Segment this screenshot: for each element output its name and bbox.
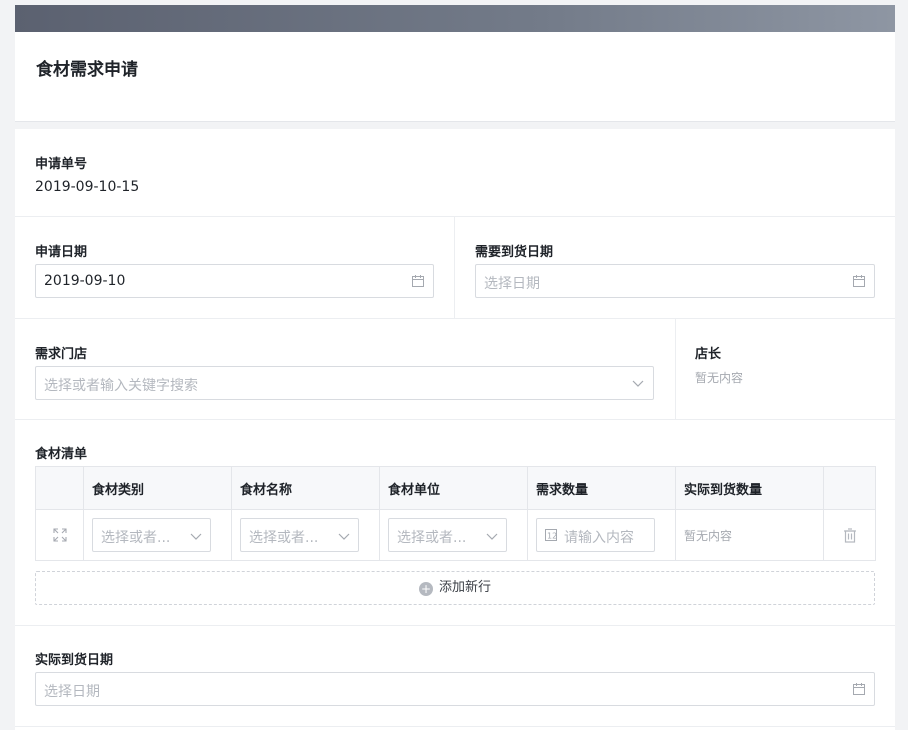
actual-qty-cell: 暂无内容	[675, 509, 824, 561]
arrive-date-picker[interactable]: 选择日期	[475, 264, 875, 298]
number-icon: 12	[545, 529, 557, 541]
items-table: 食材类别 食材名称 食材单位 需求数量 实际到货数量 选择或者... 选择或者.…	[35, 466, 876, 561]
order-no-value: 2019-09-10-15	[35, 179, 140, 195]
manager-label: 店长	[695, 347, 722, 362]
arrive-date-label: 需要到货日期	[475, 245, 554, 260]
category-select[interactable]: 选择或者...	[92, 518, 211, 552]
expand-icon[interactable]	[52, 528, 67, 542]
actual-qty-value: 暂无内容	[684, 528, 733, 543]
manager-value: 暂无内容	[695, 371, 744, 385]
qty-cell: 12 请输入内容	[527, 509, 676, 561]
table-header-handle	[35, 466, 84, 510]
unit-select[interactable]: 选择或者...	[388, 518, 507, 552]
arrive-date-placeholder: 选择日期	[484, 276, 540, 292]
dates-section: 申请日期 2019-09-10 需要到货日期 选择日期	[15, 217, 895, 319]
column-header: 需求数量	[527, 466, 676, 510]
calendar-icon	[853, 275, 865, 287]
chevron-down-icon	[632, 380, 644, 387]
actual-date-label: 实际到货日期	[35, 653, 114, 668]
table-row: 选择或者... 选择或者... 选择或者... 12 请输入内容 暂无内容	[35, 509, 876, 561]
column-header: 食材类别	[83, 466, 232, 510]
actual-date-placeholder: 选择日期	[44, 684, 100, 700]
qty-input[interactable]: 12 请输入内容	[536, 518, 655, 552]
column-header: 食材单位	[379, 466, 528, 510]
column-divider	[675, 319, 676, 419]
add-row-label: 添加新行	[438, 580, 491, 595]
chevron-down-icon	[486, 533, 498, 540]
category-placeholder: 选择或者...	[101, 530, 171, 546]
store-section: 需求门店 选择或者输入关键字搜索 店长 暂无内容	[15, 319, 895, 420]
name-cell: 选择或者...	[231, 509, 380, 561]
top-banner	[15, 5, 895, 32]
page-title: 食材需求申请	[36, 60, 138, 80]
trash-icon[interactable]	[843, 527, 857, 543]
table-header-row: 食材类别 食材名称 食材单位 需求数量 实际到货数量	[35, 466, 876, 510]
store-placeholder: 选择或者输入关键字搜索	[44, 378, 198, 394]
qty-placeholder: 请输入内容	[564, 530, 634, 546]
unit-placeholder: 选择或者...	[397, 530, 467, 546]
column-divider	[454, 217, 455, 318]
name-select[interactable]: 选择或者...	[240, 518, 359, 552]
calendar-icon	[853, 683, 865, 695]
unit-cell: 选择或者...	[379, 509, 528, 561]
items-label: 食材清单	[35, 447, 88, 462]
store-select[interactable]: 选择或者输入关键字搜索	[35, 366, 654, 400]
apply-date-label: 申请日期	[35, 245, 88, 260]
expand-cell	[35, 509, 84, 561]
name-placeholder: 选择或者...	[249, 530, 319, 546]
plus-circle-icon: +	[418, 582, 433, 596]
store-label: 需求门店	[35, 347, 88, 362]
order-no-label: 申请单号	[35, 157, 88, 172]
apply-date-value: 2019-09-10	[44, 273, 126, 289]
add-row-button[interactable]: + 添加新行	[35, 571, 875, 605]
calendar-icon	[412, 275, 424, 287]
table-header-actions	[823, 466, 876, 510]
column-header: 食材名称	[231, 466, 380, 510]
actual-date-picker[interactable]: 选择日期	[35, 672, 875, 706]
column-header: 实际到货数量	[675, 466, 824, 510]
title-card: 食材需求申请	[15, 32, 895, 122]
actions-cell	[823, 509, 876, 561]
form-card: 申请单号 2019-09-10-15 申请日期 2019-09-10 需要到货日…	[15, 129, 895, 730]
category-cell: 选择或者...	[83, 509, 232, 561]
chevron-down-icon	[338, 533, 350, 540]
chevron-down-icon	[190, 533, 202, 540]
apply-date-picker[interactable]: 2019-09-10	[35, 264, 434, 298]
order-no-section: 申请单号 2019-09-10-15	[15, 129, 895, 217]
svg-text:12: 12	[547, 532, 557, 541]
